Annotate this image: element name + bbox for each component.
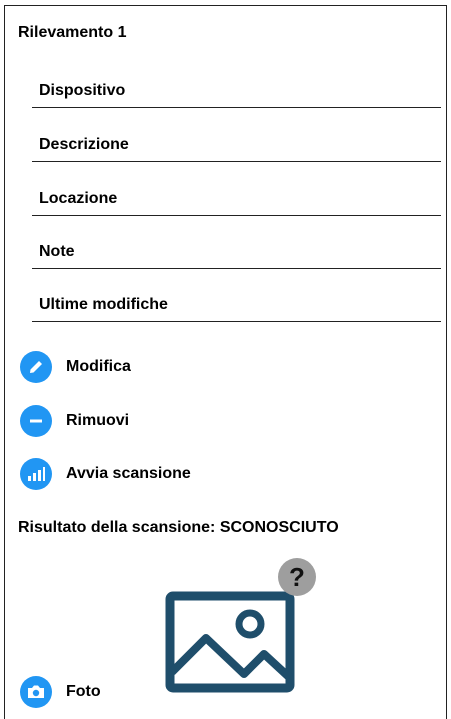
field-descrizione[interactable]: Descrizione — [32, 110, 441, 162]
field-locazione[interactable]: Locazione — [32, 164, 441, 216]
signal-bars-icon — [20, 458, 52, 490]
camera-icon — [20, 676, 52, 708]
field-ultime-modifiche[interactable]: Ultime modifiche — [32, 270, 441, 322]
photo-label: Foto — [66, 683, 101, 700]
photo-button[interactable]: Foto — [20, 676, 101, 708]
edit-label: Modifica — [66, 358, 131, 375]
remove-button[interactable]: Rimuovi — [20, 405, 129, 437]
field-dispositivo[interactable]: Dispositivo — [32, 56, 441, 108]
page-title: Rilevamento 1 — [18, 24, 127, 41]
photo-placeholder: ? — [164, 558, 320, 694]
field-label: Note — [39, 243, 75, 260]
field-label: Dispositivo — [39, 82, 126, 99]
pencil-icon — [20, 351, 52, 383]
start-scan-label: Avvia scansione — [66, 465, 191, 482]
start-scan-button[interactable]: Avvia scansione — [20, 458, 191, 490]
field-label: Ultime modifiche — [39, 296, 168, 313]
field-label: Locazione — [39, 190, 118, 207]
field-label: Descrizione — [39, 136, 129, 153]
remove-label: Rimuovi — [66, 412, 130, 429]
minus-icon — [20, 405, 52, 437]
edit-button[interactable]: Modifica — [20, 351, 131, 383]
scan-result-text: Risultato della scansione: SCONOSCIUTO — [18, 519, 339, 536]
field-note[interactable]: Note — [32, 217, 441, 269]
unknown-status-icon: ? — [278, 558, 316, 596]
